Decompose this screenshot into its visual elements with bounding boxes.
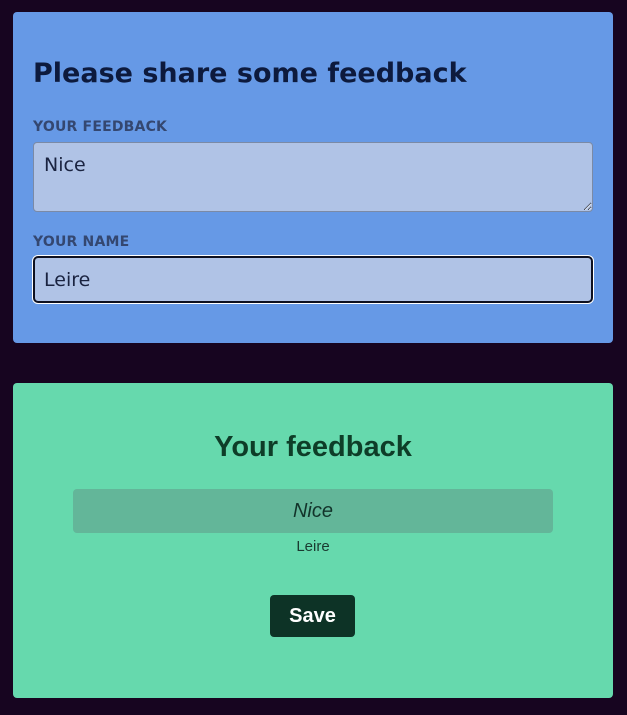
feedback-textarea[interactable]: Nice	[33, 142, 593, 212]
name-field-label: YOUR NAME	[33, 234, 130, 250]
feedback-display-box: Nice	[73, 489, 553, 533]
result-title: Your feedback	[214, 431, 412, 463]
save-button[interactable]: Save	[270, 595, 355, 637]
feedback-author-name: Leire	[296, 538, 330, 555]
feedback-field-label: YOUR FEEDBACK	[33, 119, 168, 135]
feedback-result-panel: Your feedback Nice Leire Save	[13, 383, 613, 698]
name-input[interactable]	[33, 256, 593, 303]
form-title: Please share some feedback	[33, 58, 467, 89]
feedback-form-panel: Please share some feedback YOUR FEEDBACK…	[13, 12, 613, 343]
feedback-display-text: Nice	[292, 499, 333, 522]
